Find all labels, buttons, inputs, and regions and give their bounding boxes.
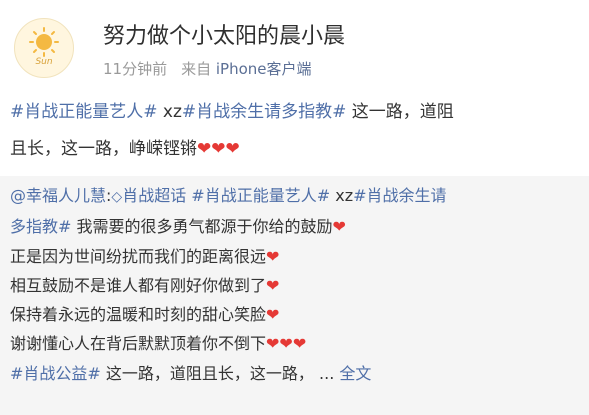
heart-emoji: ❤ bbox=[266, 305, 280, 325]
avatar[interactable]: Sun bbox=[14, 18, 74, 78]
post-content: #肖战正能量艺人# xz#肖战余生请多指教# 这一路，道阻 且长，这一路，峥嵘铿… bbox=[10, 94, 580, 168]
heart-emoji: ❤ bbox=[332, 217, 346, 237]
post-text: 这一路，道阻 bbox=[351, 102, 454, 122]
full-text-link[interactable]: 全文 bbox=[339, 364, 371, 383]
topic-tag[interactable]: #肖战正能量艺人# bbox=[191, 186, 330, 205]
post-source[interactable]: iPhone客户端 bbox=[216, 60, 312, 78]
supertopic-icon: ◇ bbox=[111, 189, 123, 205]
weibo-post: Sun 努力做个小太阳的晨小晨 11分钟前 来自 iPhone客户端 #肖战正能量… bbox=[0, 0, 589, 415]
repost-text: xz bbox=[335, 186, 354, 205]
heart-emoji: ❤❤❤ bbox=[266, 334, 307, 354]
user-mention[interactable]: @幸福人儿慧 bbox=[10, 186, 106, 205]
supertopic-link[interactable]: 肖战超话 bbox=[122, 186, 186, 205]
topic-tag[interactable]: #肖战正能量艺人# bbox=[10, 102, 158, 122]
ellipsis: ... bbox=[319, 363, 335, 383]
post-header: Sun 努力做个小太阳的晨小晨 11分钟前 来自 iPhone客户端 bbox=[0, 0, 589, 92]
repost-text: 谢谢懂心人在背后默默顶着你不倒下 bbox=[10, 334, 267, 354]
sun-icon bbox=[29, 27, 59, 57]
avatar-logo-text: Sun bbox=[35, 57, 53, 67]
post-text: 且长，这一路，峥嵘铿锵 bbox=[10, 139, 197, 159]
post-meta: 11分钟前 来自 iPhone客户端 bbox=[103, 58, 312, 79]
repost-text: 正是因为世间纷扰而我们的距离很远 bbox=[10, 246, 267, 266]
topic-tag[interactable]: #肖战余生请 bbox=[353, 186, 446, 205]
heart-emoji: ❤❤❤ bbox=[197, 139, 240, 159]
heart-emoji: ❤ bbox=[266, 275, 280, 295]
repost-content: @幸福人儿慧:◇肖战超话 #肖战正能量艺人# xz#肖战余生请 多指教# 我需要… bbox=[10, 186, 447, 383]
heart-emoji: ❤ bbox=[266, 246, 280, 266]
repost-text: 这一路，道阻且长，这一路， bbox=[105, 363, 314, 383]
repost-text: 相互鼓励不是谁人都有刚好你做到了 bbox=[10, 275, 267, 295]
post-text: xz bbox=[162, 102, 182, 122]
repost-text: 我需要的很多勇气都源于你给的鼓励 bbox=[76, 217, 333, 237]
repost-box[interactable]: @幸福人儿慧:◇肖战超话 #肖战正能量艺人# xz#肖战余生请 多指教# 我需要… bbox=[0, 176, 589, 415]
source-prefix: 来自 bbox=[181, 60, 212, 78]
repost-text: 保持着永远的温暖和时刻的甜心笑脸 bbox=[10, 305, 267, 325]
post-time: 11分钟前 bbox=[103, 60, 168, 78]
topic-tag-continued[interactable]: 多指教# bbox=[10, 217, 71, 236]
topic-tag[interactable]: #肖战公益# bbox=[10, 364, 101, 383]
username[interactable]: 努力做个小太阳的晨小晨 bbox=[103, 18, 345, 50]
topic-tag[interactable]: #肖战余生请多指教# bbox=[182, 102, 347, 122]
